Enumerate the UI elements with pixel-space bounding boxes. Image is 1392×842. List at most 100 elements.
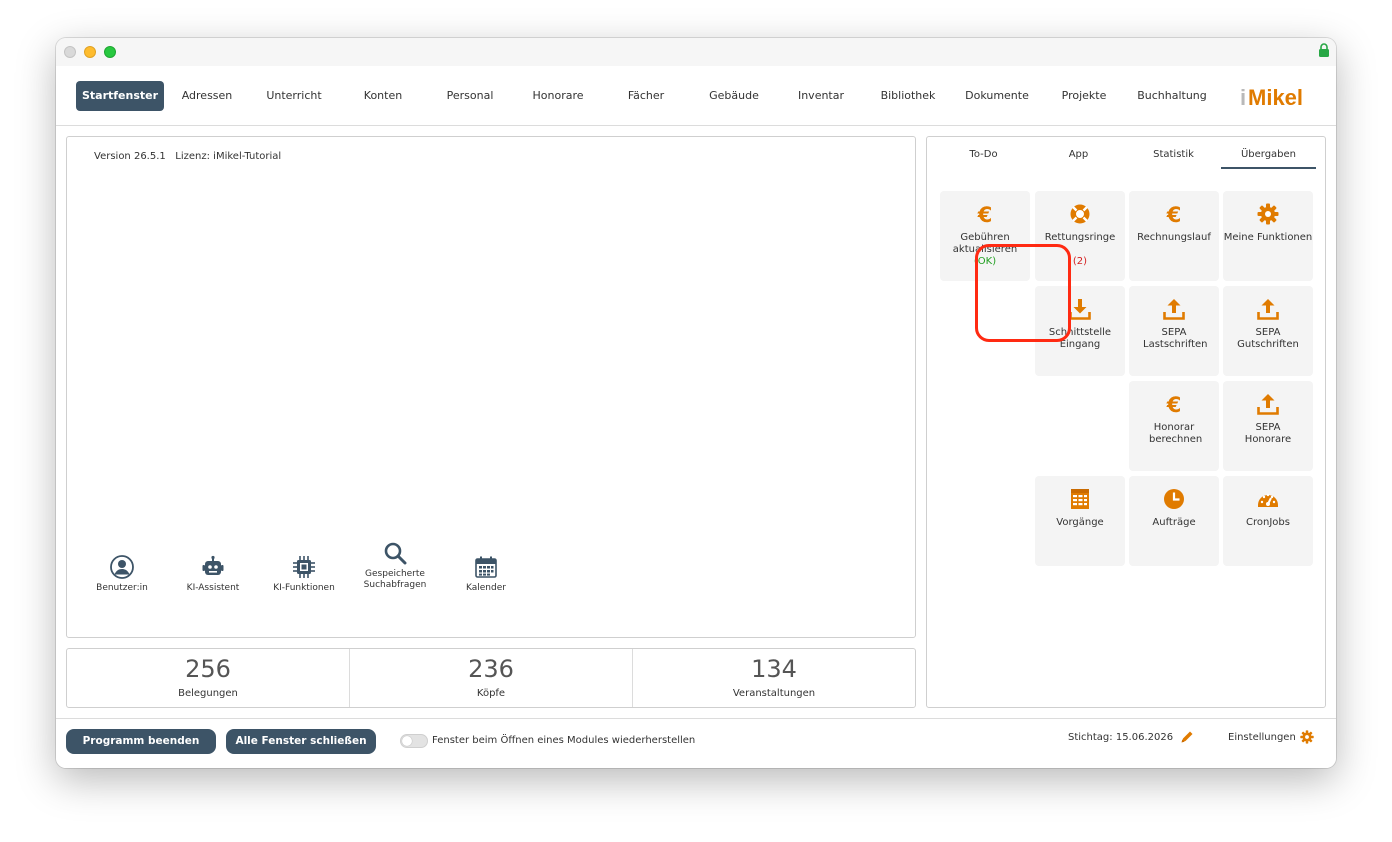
quick-action-label: Kalender (466, 583, 506, 593)
tab-app[interactable]: App (1031, 147, 1126, 169)
tile-label: Schnittstelle Eingang (1048, 327, 1112, 350)
tile-sepa-honorare[interactable]: SEPA Honorare (1223, 381, 1313, 471)
imikel-logo: i Mikel (1240, 85, 1303, 110)
upload-icon (1163, 299, 1185, 320)
nav-honorare[interactable]: Honorare (518, 81, 598, 111)
uebergaben-panel: To-Do App Statistik Übergaben € Gebühren… (926, 136, 1326, 708)
window-zoom-button[interactable] (104, 46, 116, 58)
tile-auftraege[interactable]: Aufträge (1129, 476, 1219, 566)
tile-honorar-berechnen[interactable]: € Honorar berechnen (1129, 381, 1219, 471)
tile-vorgaenge[interactable]: Vorgänge (1035, 476, 1125, 566)
nav-dokumente[interactable]: Dokumente (956, 81, 1038, 111)
tile-label: Rechnungslauf (1137, 232, 1211, 243)
nav-projekte[interactable]: Projekte (1044, 81, 1124, 111)
tile-gebuehren-aktualisieren[interactable]: € Gebühren aktualisieren (OK) (940, 191, 1030, 281)
footer-bar: Programm beenden Alle Fenster schließen … (56, 718, 1336, 768)
start-panel: Version 26.5.1 Lizenz: iMikel-Tutorial B… (66, 136, 916, 638)
stat-belegungen: 256 Belegungen (67, 649, 350, 707)
version-license-text: Version 26.5.1 Lizenz: iMikel-Tutorial (94, 151, 282, 162)
stat-koepfe: 236 Köpfe (350, 649, 633, 707)
quick-action-ki-funktionen[interactable]: KI-Funktionen (259, 555, 349, 594)
tile-sepa-lastschriften[interactable]: SEPA Lastschriften (1129, 286, 1219, 376)
app-window: Startfenster Adressen Unterricht Konten … (56, 38, 1336, 768)
restore-windows-toggle[interactable] (400, 734, 428, 748)
tab-to-do[interactable]: To-Do (936, 147, 1031, 169)
robot-icon (202, 555, 224, 575)
lock-icon (1319, 43, 1329, 57)
euro-icon: € (1166, 203, 1182, 225)
window-close-button[interactable] (64, 46, 76, 58)
svg-text:i: i (1240, 85, 1246, 110)
quit-program-button[interactable]: Programm beenden (66, 729, 216, 754)
download-icon (1069, 299, 1091, 320)
gauge-icon (1258, 493, 1278, 507)
quick-action-ki-assistent[interactable]: KI-Assistent (168, 555, 258, 594)
search-icon (384, 542, 407, 565)
lifebuoy-icon (1070, 204, 1090, 224)
nav-inventar[interactable]: Inventar (782, 81, 860, 111)
svg-text:€: € (1166, 203, 1182, 225)
quick-action-gespeicherte-suchabfragen[interactable]: Gespeicherte Suchabfragen (350, 541, 440, 591)
tile-label: SEPA Gutschriften (1237, 327, 1299, 350)
nav-konten[interactable]: Konten (344, 81, 422, 111)
tab-statistik[interactable]: Statistik (1126, 147, 1221, 169)
tile-rechnungslauf[interactable]: € Rechnungslauf (1129, 191, 1219, 281)
tile-label: Meine Funktionen (1223, 232, 1313, 243)
calendar-icon (475, 556, 497, 578)
quick-action-label: KI-Funktionen (273, 583, 335, 593)
stat-label: Veranstaltungen (732, 688, 816, 699)
user-icon (110, 555, 134, 579)
nav-faecher[interactable]: Fächer (606, 81, 686, 111)
chip-icon (293, 556, 315, 578)
tile-cronjobs[interactable]: CronJobs (1223, 476, 1313, 566)
tile-label: Vorgänge (1056, 517, 1104, 528)
quick-action-label: Benutzer:in (96, 583, 148, 593)
svg-text:€: € (1166, 393, 1182, 415)
tile-label: SEPA Honorare (1244, 422, 1292, 445)
stat-value: 134 (751, 655, 797, 683)
upload-icon (1257, 394, 1279, 415)
table-icon (1071, 489, 1089, 509)
gear-icon (1257, 203, 1279, 225)
tile-sepa-gutschriften[interactable]: SEPA Gutschriften (1223, 286, 1313, 376)
tile-label: SEPA Lastschriften (1143, 327, 1208, 350)
tile-status: (OK) (973, 256, 997, 267)
nav-adressen[interactable]: Adressen (168, 81, 246, 111)
nav-buchhaltung[interactable]: Buchhaltung (1130, 81, 1214, 111)
euro-icon: € (977, 203, 993, 225)
tile-label: Honorar berechnen (1149, 422, 1203, 445)
tile-rettungsringe[interactable]: Rettungsringe (2) (1035, 191, 1125, 281)
tile-label: Gebühren aktualisieren (952, 232, 1018, 255)
upload-icon (1257, 299, 1279, 320)
nav-bibliothek[interactable]: Bibliothek (868, 81, 948, 111)
quick-action-kalender[interactable]: Kalender (441, 555, 531, 594)
stat-veranstaltungen: 134 Veranstaltungen (633, 649, 915, 707)
quick-action-benutzer[interactable]: Benutzer:in (77, 555, 167, 594)
nav-personal[interactable]: Personal (430, 81, 510, 111)
stat-value: 236 (468, 655, 514, 683)
main-navigation: Startfenster Adressen Unterricht Konten … (56, 66, 1336, 126)
svg-text:Mikel: Mikel (1248, 85, 1303, 110)
tile-label: Rettungsringe (1044, 232, 1116, 243)
settings-gear-icon[interactable] (1300, 730, 1314, 744)
nav-startfenster[interactable]: Startfenster (76, 81, 164, 111)
pencil-icon[interactable] (1180, 730, 1194, 744)
quick-action-label: KI-Assistent (186, 583, 240, 593)
tab-uebergaben[interactable]: Übergaben (1221, 147, 1316, 169)
tile-status: (2) (1072, 256, 1088, 267)
window-minimize-button[interactable] (84, 46, 96, 58)
nav-gebaeude[interactable]: Gebäude (694, 81, 774, 111)
tile-label: Aufträge (1152, 517, 1196, 528)
title-bar (56, 38, 1336, 66)
close-all-windows-button[interactable]: Alle Fenster schließen (226, 729, 376, 754)
nav-unterricht[interactable]: Unterricht (254, 81, 334, 111)
stat-label: Köpfe (476, 688, 506, 699)
settings-label[interactable]: Einstellungen (1228, 732, 1296, 743)
stat-label: Belegungen (178, 688, 238, 699)
restore-windows-label: Fenster beim Öffnen eines Modules wieder… (432, 735, 696, 746)
tile-schnittstelle-eingang[interactable]: Schnittstelle Eingang (1035, 286, 1125, 376)
euro-icon: € (1166, 393, 1182, 415)
stichtag-text: Stichtag: 15.06.2026 (1068, 732, 1174, 743)
tile-label: CronJobs (1246, 517, 1290, 528)
tile-meine-funktionen[interactable]: Meine Funktionen (1223, 191, 1313, 281)
